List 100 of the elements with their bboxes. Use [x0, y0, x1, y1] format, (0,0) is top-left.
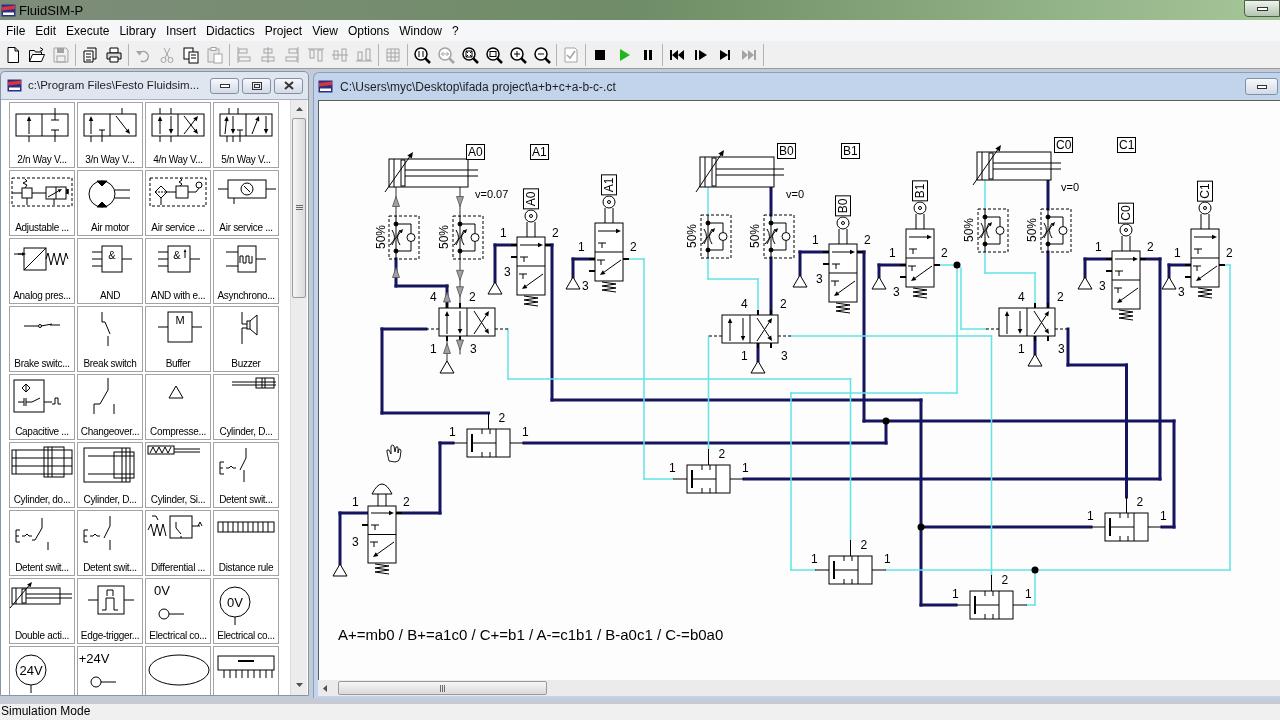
service-unit-icon	[149, 177, 207, 207]
port-number: 3	[582, 280, 589, 292]
component-tile[interactable]: 5/n Way V...	[213, 102, 279, 168]
menu-item[interactable]: Execute	[61, 24, 115, 37]
component-tile[interactable]: 0V Electrical co...	[213, 578, 279, 644]
valve-tag: A0	[523, 188, 539, 210]
component-tile[interactable]: Asynchrono...	[213, 238, 279, 304]
switch-contact-icon	[23, 323, 61, 329]
throttle-setting: 50%	[375, 225, 387, 249]
menu-item[interactable]: Library	[114, 24, 162, 37]
close-button[interactable]	[274, 77, 303, 94]
arrow-up-icon	[295, 106, 303, 111]
terminal-icon	[158, 608, 185, 620]
component-tile[interactable]: Cylinder, Si...	[145, 442, 211, 508]
close-icon	[283, 81, 294, 90]
component-tile[interactable]: 4/n Way V...	[145, 102, 211, 168]
formula-text: A+=mb0 / B+=a1c0 / C+=b1 / A-=c1b1 / B-a0c1 / C-=b0a0	[338, 627, 724, 642]
component-tile[interactable]: Double acti...	[9, 578, 75, 644]
component-tile[interactable]: Air service ...	[213, 170, 279, 236]
buzzer-icon	[241, 311, 258, 345]
five-way-valve-icon	[219, 107, 273, 143]
menu-item[interactable]: Didactics	[201, 24, 260, 37]
open-folder-icon	[28, 45, 46, 64]
symbol-label: 0V	[227, 595, 243, 609]
component-tile[interactable]: Analog pres...	[9, 238, 75, 304]
component-tile[interactable]: Edge-trigger...	[77, 578, 143, 644]
throttle-setting: 50%	[686, 224, 698, 248]
port-number: 4	[741, 298, 748, 310]
component-tile[interactable]: 0V Electrical co...	[145, 578, 211, 644]
component-tile[interactable]: Brake switc...	[9, 306, 75, 372]
zoom-window-icon	[485, 45, 503, 64]
scrollbar-thumb[interactable]	[338, 681, 547, 695]
component-tile[interactable]: Air motor	[77, 170, 143, 236]
minimize-button[interactable]	[1244, 0, 1280, 17]
port-number: 1	[884, 553, 891, 565]
sensor-tag: B0	[777, 143, 796, 159]
menu-item[interactable]: File	[1, 24, 31, 37]
component-tile[interactable]: Air service ...	[145, 170, 211, 236]
junction-dot	[917, 523, 925, 531]
menu-item[interactable]: Edit	[30, 24, 62, 37]
component-tile[interactable]: & AND with e...	[145, 238, 211, 304]
component-tile[interactable]: Changeover...	[77, 374, 143, 440]
valve-tag: B0	[835, 195, 851, 217]
component-tile[interactable]: Capacitive ...	[9, 374, 75, 440]
power-terminal-icon	[219, 586, 251, 626]
component-tile[interactable]: Cylinder, D...	[213, 374, 279, 440]
component-tile[interactable]: Detent swit...	[213, 442, 279, 508]
component-tile[interactable]	[145, 646, 211, 695]
port-number: 2	[1001, 574, 1009, 586]
component-tile[interactable]: Differential ...	[145, 510, 211, 576]
throttle-valve-symbol	[977, 208, 1009, 253]
component-tile[interactable]: Adjustable ...	[9, 170, 75, 236]
pressure-converter-icon	[13, 247, 69, 271]
speed-label: v=0	[1061, 182, 1080, 193]
component-tile[interactable]: Cylinder, D...	[77, 442, 143, 508]
port-number: 2	[1057, 291, 1064, 303]
restore-button[interactable]	[242, 77, 271, 94]
component-tile[interactable]: Detent swit...	[77, 510, 143, 576]
port-number: 2	[860, 539, 868, 551]
component-tile[interactable]: Cylinder, do...	[9, 442, 75, 508]
component-tile[interactable]: 24V	[9, 646, 75, 695]
component-tile[interactable]: 3/n Way V...	[77, 102, 143, 168]
sensor-tag: A1	[530, 144, 549, 160]
valve-tag: C0	[1118, 202, 1134, 224]
component-tile[interactable]: Distance rule	[213, 510, 279, 576]
component-tile[interactable]: & AND	[77, 238, 143, 304]
component-tile[interactable]	[213, 646, 279, 695]
component-tile[interactable]: Break switch	[77, 306, 143, 372]
air-supply-symbol	[439, 360, 455, 374]
minimize-button[interactable]	[1245, 78, 1278, 95]
component-tile[interactable]: Compresse...	[145, 374, 211, 440]
grip-icon	[295, 205, 303, 211]
align-center-icon	[259, 45, 277, 64]
scrollbar-thumb[interactable]	[292, 118, 306, 298]
air-supply-symbol	[871, 276, 887, 290]
menu-item[interactable]: ?	[447, 24, 464, 37]
component-tile[interactable]: 2/n Way V...	[9, 102, 75, 168]
air-supply-symbol	[1027, 353, 1043, 367]
menu-item[interactable]: View	[307, 24, 343, 37]
component-tile[interactable]: +24V	[77, 646, 143, 695]
pulse-generator-icon	[225, 245, 267, 273]
component-tile[interactable]: Detent swit...	[9, 510, 75, 576]
port-number: 4	[1018, 291, 1025, 303]
port-number: 1	[669, 462, 676, 474]
menu-item[interactable]: Options	[342, 24, 395, 37]
port-number: 1	[1025, 588, 1032, 600]
terminal-icon	[90, 676, 117, 688]
menu-item[interactable]: Project	[259, 24, 308, 37]
component-tile[interactable]: M Buffer	[145, 306, 211, 372]
minimize-button[interactable]	[210, 77, 239, 94]
align-middle-icon	[331, 45, 349, 64]
component-tile[interactable]: Buzzer	[213, 306, 279, 372]
port-number: 2	[1226, 247, 1233, 259]
throttle-valve-symbol	[763, 214, 795, 259]
menu-item[interactable]: Window	[394, 24, 447, 37]
zoom-fit-icon	[461, 45, 479, 64]
minimize-icon	[1256, 6, 1268, 11]
port-number: 3	[1099, 280, 1106, 292]
sensor-tag: C1	[1117, 137, 1137, 153]
menu-item[interactable]: Insert	[161, 24, 202, 37]
